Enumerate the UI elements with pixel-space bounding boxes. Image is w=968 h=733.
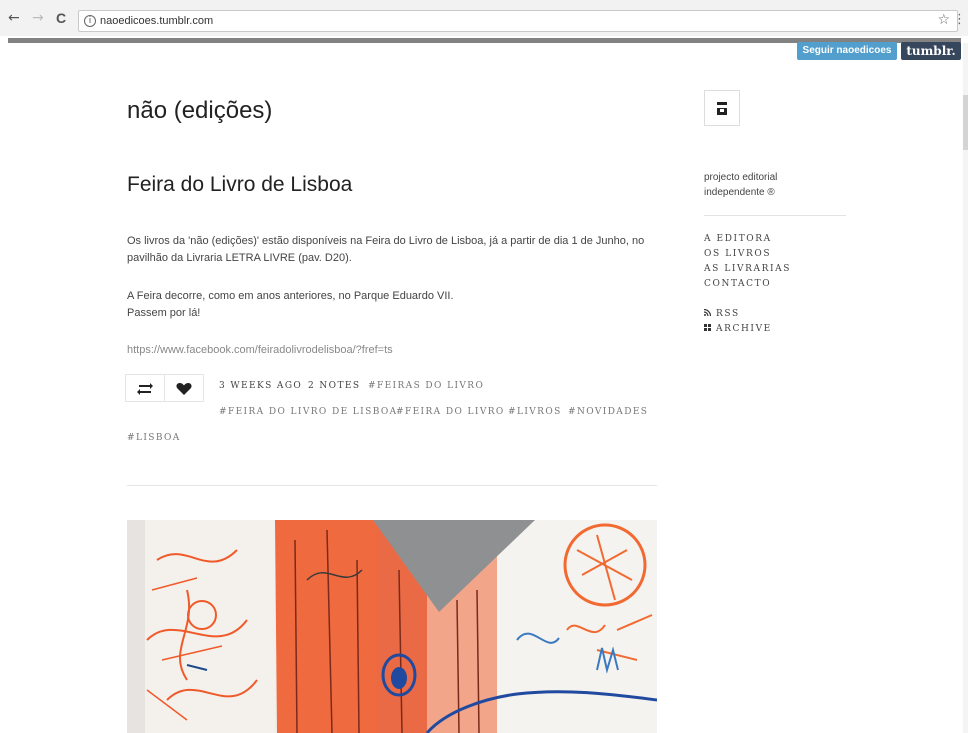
post-tag[interactable]: #LISBOA <box>127 433 181 443</box>
post-tag[interactable]: #FEIRA DO LIVRO <box>396 407 505 417</box>
reblog-button[interactable] <box>125 374 165 402</box>
post-paragraph-2-line-2: Passem por lá! <box>127 307 201 319</box>
post-tag[interactable]: #NOVIDADES <box>568 407 648 417</box>
sidebar-link-a-editora[interactable]: A EDITORA <box>704 234 772 244</box>
sidebar-link-contacto[interactable]: CONTACTO <box>704 279 771 289</box>
like-button[interactable] <box>164 374 204 402</box>
archive-label: ARCHIVE <box>716 324 772 334</box>
post-paragraph-1-line-2: pavilhão da Livraria LETRA LIVRE (pav. D… <box>127 252 352 264</box>
post-tag[interactable]: #FEIRAS DO LIVRO <box>368 381 484 391</box>
scrollbar-thumb[interactable] <box>963 95 968 150</box>
reload-icon[interactable]: C <box>56 11 66 25</box>
blog-description-line-2: independente ® <box>704 187 775 198</box>
post-paragraph-2-line-1: A Feira decorre, como em anos anteriores… <box>127 290 454 302</box>
blog-title[interactable]: não (edições) <box>127 97 272 125</box>
blog-description: projecto editorial independente ® <box>704 170 844 200</box>
browser-toolbar: ← → C i naoedicoes.tumblr.com ☆ ⋮ <box>0 0 968 36</box>
avatar-mark-notch <box>720 109 724 112</box>
sidebar-link-os-livros[interactable]: OS LIVROS <box>704 249 771 259</box>
post-artwork-image[interactable] <box>127 520 657 733</box>
back-arrow-icon[interactable]: ← <box>8 11 20 25</box>
blog-avatar[interactable] <box>704 90 740 126</box>
avatar-mark-top <box>717 102 727 105</box>
forward-arrow-icon[interactable]: → <box>32 11 44 25</box>
browser-menu-icon[interactable]: ⋮ <box>953 12 966 27</box>
bookmark-star-icon[interactable]: ☆ <box>937 12 950 28</box>
sidebar-link-rss[interactable]: RSS <box>703 308 740 319</box>
post-date[interactable]: 3 WEEKS AGO <box>219 381 302 391</box>
post-paragraph-1: Os livros da 'não (edições)' estão dispo… <box>127 233 657 267</box>
blog-description-line-1: projecto editorial <box>704 172 778 183</box>
post-notes[interactable]: 2 NOTES <box>308 381 360 391</box>
post-paragraph-1-line-1: Os livros da 'não (edições)' estão dispo… <box>127 235 645 247</box>
sidebar-divider <box>704 215 846 216</box>
info-icon[interactable]: i <box>84 15 96 27</box>
sidebar-link-as-livrarias[interactable]: AS LIVRARIAS <box>704 264 791 274</box>
tumblr-logo-button[interactable]: tumblr. <box>901 42 961 60</box>
heart-icon <box>176 383 192 395</box>
url-text[interactable]: naoedicoes.tumblr.com <box>100 15 213 27</box>
post-divider <box>127 485 657 486</box>
post-title[interactable]: Feira do Livro de Lisboa <box>127 173 352 197</box>
post-paragraph-2: A Feira decorre, como em anos anteriores… <box>127 288 657 322</box>
post-tag[interactable]: #FEIRA DO LIVRO DE LISBOA <box>219 407 398 417</box>
grid-icon <box>704 324 716 333</box>
rss-icon <box>703 308 716 318</box>
artwork-drawing <box>127 520 657 733</box>
follow-button[interactable]: Seguir naoedicoes <box>797 42 897 60</box>
post-tag[interactable]: #LIVROS <box>508 407 562 417</box>
reblog-icon <box>137 383 153 395</box>
rss-label: RSS <box>716 309 740 319</box>
post-link[interactable]: https://www.facebook.com/feiradolivrodel… <box>127 344 393 356</box>
address-bar[interactable]: i naoedicoes.tumblr.com <box>78 10 958 32</box>
sidebar-link-archive[interactable]: ARCHIVE <box>704 324 772 334</box>
